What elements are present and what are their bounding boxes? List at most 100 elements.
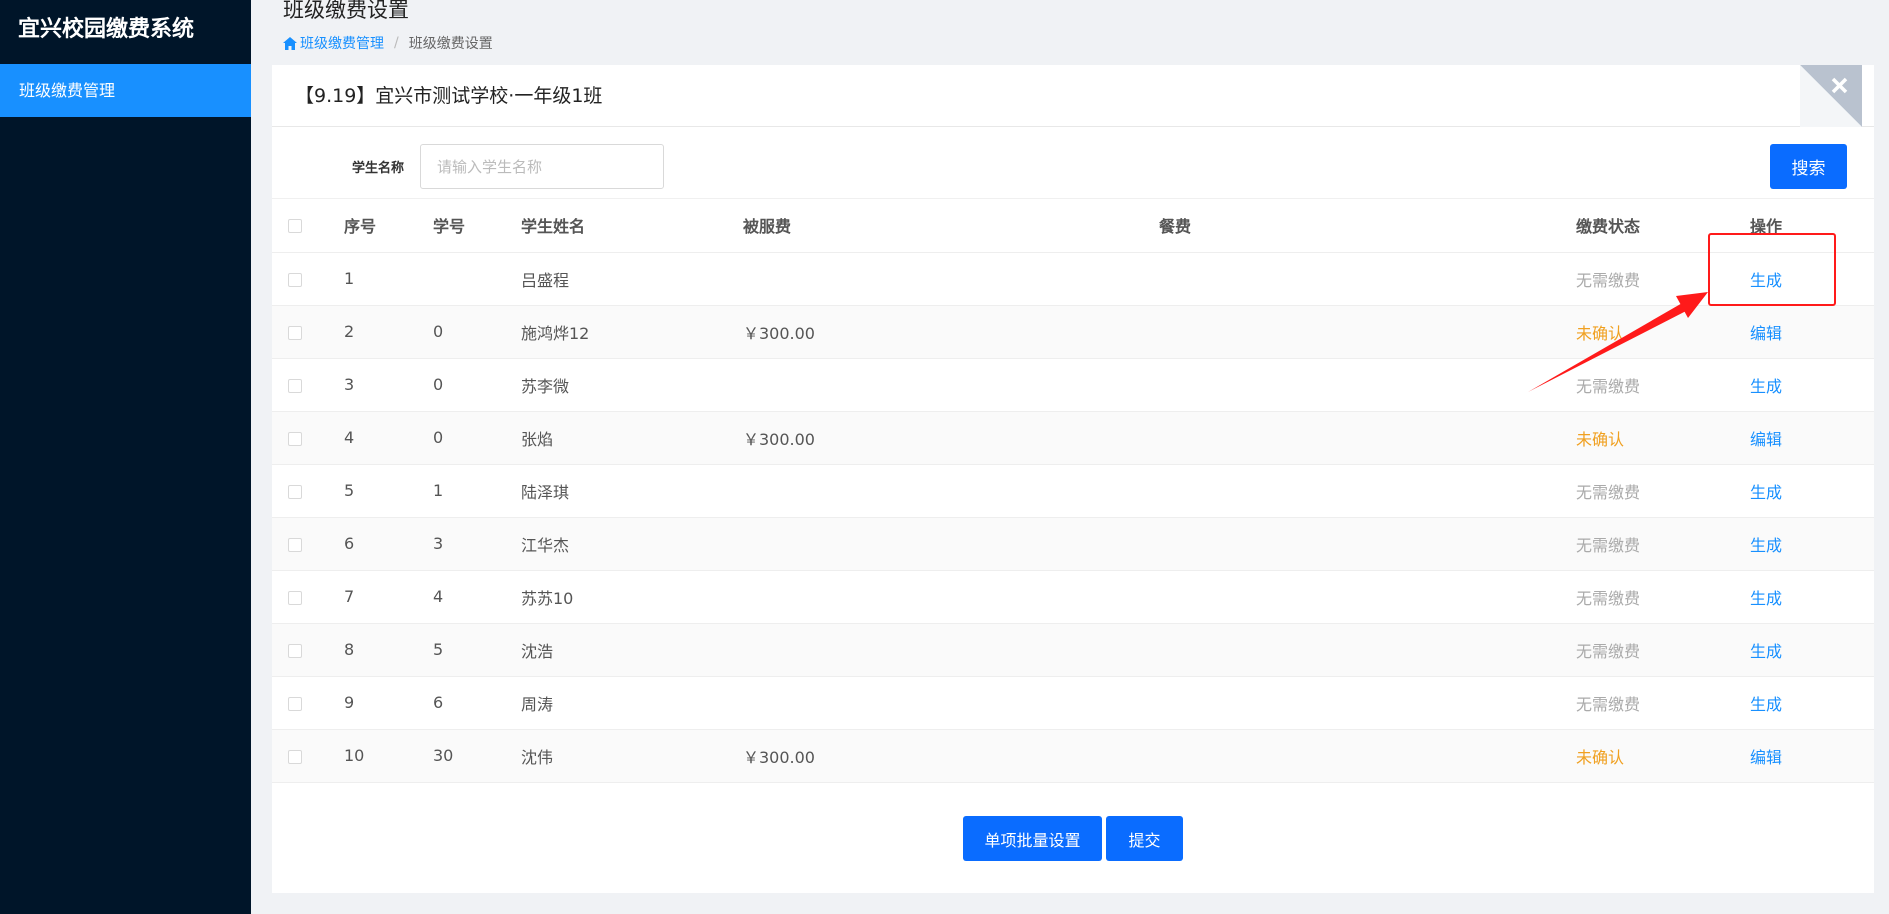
cell-payment-status: 无需缴费 — [1576, 570, 1750, 624]
cell-student-no: 30 — [433, 729, 521, 783]
cell-student-no — [433, 252, 521, 306]
row-action-link[interactable]: 生成 — [1750, 377, 1782, 396]
cell-student-no: 0 — [433, 305, 521, 359]
cell-student-name: 江华杰 — [521, 517, 743, 571]
sidebar-item-class-payment[interactable]: 班级缴费管理 — [0, 64, 251, 117]
close-icon — [1800, 65, 1862, 127]
cell-payment-status: 无需缴费 — [1576, 252, 1750, 306]
column-header-index: 序号 — [344, 199, 433, 253]
row-action-link[interactable]: 编辑 — [1750, 430, 1782, 449]
cell-index: 6 — [344, 517, 433, 571]
table-row: 6 3 江华杰 无需缴费 生成 — [272, 517, 1874, 571]
breadcrumb: 班级缴费管理 / 班级缴费设置 — [283, 33, 493, 53]
cell-student-name: 苏苏10 — [521, 570, 743, 624]
cell-uniform-fee — [743, 464, 1159, 518]
row-checkbox[interactable] — [288, 378, 302, 393]
breadcrumb-separator: / — [394, 35, 399, 51]
cell-student-no: 0 — [433, 358, 521, 412]
cell-index: 10 — [344, 729, 433, 783]
cell-uniform-fee — [743, 676, 1159, 730]
row-action-link[interactable]: 编辑 — [1750, 324, 1782, 343]
page-title: 班级缴费设置 — [283, 0, 409, 22]
column-header-meal-fee: 餐费 — [1159, 199, 1576, 253]
footer-buttons: 单项批量设置 提交 — [272, 816, 1874, 861]
close-corner-button[interactable] — [1800, 65, 1862, 127]
cell-action: 编辑 — [1750, 411, 1874, 465]
batch-setting-button[interactable]: 单项批量设置 — [963, 816, 1102, 861]
cell-action: 编辑 — [1750, 729, 1874, 783]
cell-student-no: 3 — [433, 517, 521, 571]
cell-index: 7 — [344, 570, 433, 624]
table-row: 8 5 沈浩 无需缴费 生成 — [272, 623, 1874, 677]
cell-payment-status: 无需缴费 — [1576, 676, 1750, 730]
content-card: 【9.19】宜兴市测试学校·一年级1班 学生名称 搜索 — [272, 65, 1874, 893]
select-all-checkbox[interactable] — [288, 219, 302, 234]
submit-button[interactable]: 提交 — [1106, 816, 1183, 861]
cell-student-name: 沈伟 — [521, 729, 743, 783]
row-checkbox[interactable] — [288, 484, 302, 499]
student-name-search-input[interactable] — [420, 144, 664, 189]
cell-action: 生成 — [1750, 623, 1874, 677]
row-checkbox[interactable] — [288, 325, 302, 340]
cell-meal-fee — [1159, 305, 1576, 359]
cell-payment-status: 未确认 — [1576, 411, 1750, 465]
row-action-link[interactable]: 生成 — [1750, 271, 1782, 290]
cell-student-no: 0 — [433, 411, 521, 465]
row-checkbox[interactable] — [288, 643, 302, 658]
row-select-cell — [272, 517, 344, 571]
row-action-link[interactable]: 生成 — [1750, 536, 1782, 555]
cell-student-name: 苏李微 — [521, 358, 743, 412]
column-header-action: 操作 — [1750, 199, 1874, 253]
cell-uniform-fee: ￥300.00 — [743, 729, 1159, 783]
row-action-link[interactable]: 编辑 — [1750, 748, 1782, 767]
cell-index: 3 — [344, 358, 433, 412]
app-title: 宜兴校园缴费系统 — [18, 17, 195, 42]
cell-payment-status: 无需缴费 — [1576, 623, 1750, 677]
cell-payment-status: 无需缴费 — [1576, 464, 1750, 518]
cell-action: 生成 — [1750, 517, 1874, 571]
cell-student-name: 陆泽琪 — [521, 464, 743, 518]
row-select-cell — [272, 411, 344, 465]
table-header-row: 序号 学号 学生姓名 被服费 餐费 缴费状态 操作 — [272, 199, 1874, 253]
cell-student-name: 吕盛程 — [521, 252, 743, 306]
cell-action: 生成 — [1750, 464, 1874, 518]
table-row: 3 0 苏李微 无需缴费 生成 — [272, 358, 1874, 412]
row-checkbox[interactable] — [288, 749, 302, 764]
row-action-link[interactable]: 生成 — [1750, 483, 1782, 502]
cell-uniform-fee — [743, 517, 1159, 571]
main-area: 班级缴费设置 班级缴费管理 / 班级缴费设置 【9.19】宜兴市测试学校·一年级… — [251, 0, 1889, 914]
card-title: 【9.19】宜兴市测试学校·一年级1班 — [272, 65, 1874, 127]
row-checkbox[interactable] — [288, 696, 302, 711]
cell-meal-fee — [1159, 623, 1576, 677]
search-bar: 学生名称 搜索 — [272, 127, 1874, 199]
row-checkbox[interactable] — [288, 590, 302, 605]
row-action-link[interactable]: 生成 — [1750, 642, 1782, 661]
row-checkbox[interactable] — [288, 537, 302, 552]
row-select-cell — [272, 729, 344, 783]
select-all-cell — [272, 199, 344, 253]
cell-uniform-fee — [743, 570, 1159, 624]
cell-index: 5 — [344, 464, 433, 518]
table-row: 4 0 张焰 ￥300.00 未确认 编辑 — [272, 411, 1874, 465]
cell-action: 生成 — [1750, 358, 1874, 412]
cell-student-name: 施鸿烨12 — [521, 305, 743, 359]
cell-student-no: 1 — [433, 464, 521, 518]
row-action-link[interactable]: 生成 — [1750, 695, 1782, 714]
cell-meal-fee — [1159, 464, 1576, 518]
row-checkbox[interactable] — [288, 431, 302, 446]
row-select-cell — [272, 623, 344, 677]
cell-student-name: 沈浩 — [521, 623, 743, 677]
row-action-link[interactable]: 生成 — [1750, 589, 1782, 608]
cell-index: 4 — [344, 411, 433, 465]
cell-action: 生成 — [1750, 570, 1874, 624]
table-row: 5 1 陆泽琪 无需缴费 生成 — [272, 464, 1874, 518]
home-icon — [283, 36, 297, 50]
cell-meal-fee — [1159, 358, 1576, 412]
table-row: 9 6 周涛 无需缴费 生成 — [272, 676, 1874, 730]
table-row: 7 4 苏苏10 无需缴费 生成 — [272, 570, 1874, 624]
cell-student-no: 5 — [433, 623, 521, 677]
row-checkbox[interactable] — [288, 272, 302, 287]
search-button[interactable]: 搜索 — [1770, 144, 1847, 189]
breadcrumb-link-class-payment[interactable]: 班级缴费管理 — [283, 33, 384, 53]
cell-student-no: 4 — [433, 570, 521, 624]
